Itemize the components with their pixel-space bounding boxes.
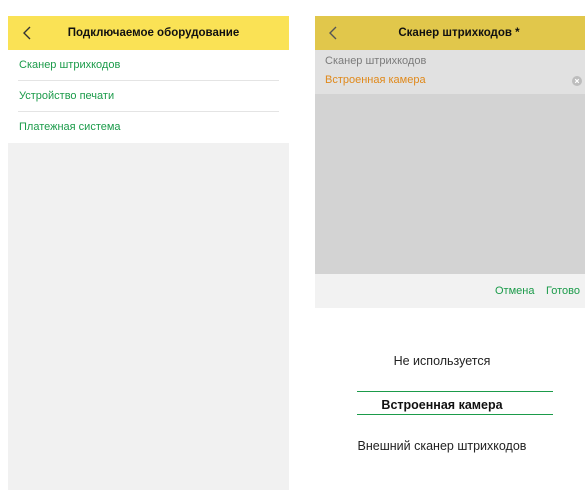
scanner-header: Сканер штрихкодов *	[315, 16, 585, 50]
equipment-screen: Подключаемое оборудование Сканер штрихко…	[8, 16, 289, 490]
chevron-left-icon[interactable]	[326, 23, 342, 43]
clear-circle-icon[interactable]	[572, 76, 582, 86]
modal-overlay[interactable]	[315, 94, 585, 274]
barcode-scanner-screen: Сканер штрихкодов * Сканер штрихкодов Вс…	[315, 16, 585, 490]
done-button[interactable]: Готово	[546, 274, 580, 308]
page-title: Сканер штрихкодов *	[398, 27, 520, 39]
page-title: Подключаемое оборудование	[67, 27, 240, 39]
option-picker[interactable]: Не используется Встроенная камера Внешни…	[315, 308, 585, 490]
cancel-button[interactable]: Отмена	[495, 274, 534, 308]
list-item-payment-system[interactable]: Платежная система	[8, 112, 289, 143]
picker-option-selected[interactable]: Встроенная камера	[315, 398, 569, 412]
scanner-field[interactable]: Сканер штрихкодов Встроенная камера	[315, 50, 585, 94]
picker-selection-line	[357, 391, 553, 392]
equipment-header: Подключаемое оборудование	[8, 16, 289, 50]
picker-option-external-scanner[interactable]: Внешний сканер штрихкодов	[315, 439, 569, 453]
field-label: Сканер штрихкодов	[325, 55, 427, 67]
field-value[interactable]: Встроенная камера	[325, 74, 426, 86]
list-item-printer[interactable]: Устройство печати	[8, 81, 289, 112]
list-item-barcode-scanner[interactable]: Сканер штрихкодов	[8, 50, 289, 81]
picker-selection-line	[357, 414, 553, 415]
page: Подключаемое оборудование Сканер штрихко…	[0, 0, 585, 490]
picker-toolbar: Отмена Готово	[315, 274, 585, 308]
chevron-left-icon[interactable]	[20, 23, 36, 43]
equipment-list: Сканер штрихкодов Устройство печати Плат…	[8, 50, 289, 143]
picker-option-not-used[interactable]: Не используется	[315, 354, 569, 368]
